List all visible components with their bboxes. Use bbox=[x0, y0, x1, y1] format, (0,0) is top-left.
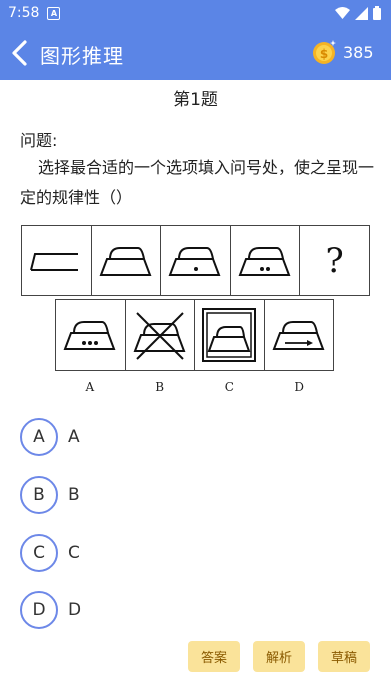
option-c[interactable]: C C bbox=[20, 534, 80, 572]
iron-crossed-figure bbox=[133, 312, 186, 360]
coin-icon: $ bbox=[313, 40, 336, 64]
option-b-text: B bbox=[68, 485, 80, 505]
option-b-circle[interactable]: B bbox=[20, 476, 58, 514]
status-bar: 7:58 A bbox=[0, 0, 391, 26]
figure-options bbox=[55, 299, 334, 371]
option-d[interactable]: D D bbox=[20, 591, 81, 629]
option-b[interactable]: B B bbox=[20, 476, 80, 514]
option-c-text: C bbox=[68, 543, 80, 563]
question-mark: ? bbox=[325, 240, 344, 281]
svg-text:$: $ bbox=[320, 47, 328, 61]
option-a[interactable]: A A bbox=[20, 418, 80, 456]
question-text: 选择最合适的一个选项填入问号处，使之呈现一定的规律性（） bbox=[20, 158, 375, 207]
status-icons bbox=[335, 6, 381, 20]
figure-cell-1 bbox=[22, 226, 92, 295]
iron-one-dot-figure bbox=[169, 246, 221, 276]
figure-option-d bbox=[265, 300, 334, 370]
answer-button[interactable]: 答案 bbox=[188, 641, 240, 672]
figure-cell-3 bbox=[161, 226, 231, 295]
status-time: 7:58 bbox=[8, 5, 40, 21]
figure-option-labels: A B C D bbox=[55, 380, 334, 394]
draft-button[interactable]: 草稿 bbox=[318, 641, 370, 672]
figure-option-c bbox=[195, 300, 265, 370]
question-label: 问题: bbox=[20, 131, 58, 150]
figure-label-d: D bbox=[294, 380, 304, 394]
figure-option-a bbox=[56, 300, 126, 370]
coin-count: 385 bbox=[343, 43, 374, 62]
iron-three-dots-figure bbox=[63, 321, 116, 350]
figure-label-a: A bbox=[85, 380, 95, 394]
wifi-icon bbox=[335, 6, 350, 19]
figure-sequence: ? bbox=[21, 225, 370, 296]
iron-arrow-figure bbox=[272, 321, 325, 350]
option-d-text: D bbox=[68, 600, 82, 620]
signal-icon bbox=[355, 6, 368, 20]
figure-label-b: B bbox=[155, 380, 165, 394]
option-a-circle[interactable]: A bbox=[20, 418, 58, 456]
iron-figure bbox=[99, 246, 152, 276]
option-c-circle[interactable]: C bbox=[20, 534, 58, 572]
app-bar: 图形推理 $ 385 bbox=[0, 26, 391, 80]
iron-boxed-figure bbox=[202, 308, 257, 362]
figure-cell-4 bbox=[231, 226, 301, 295]
figure-option-b bbox=[126, 300, 195, 370]
option-a-text: A bbox=[68, 427, 80, 447]
figure-cell-unknown: ? bbox=[300, 226, 369, 295]
option-d-circle[interactable]: D bbox=[20, 591, 58, 629]
iron-two-dots-figure bbox=[238, 246, 291, 276]
iron-base-figure bbox=[30, 252, 79, 271]
page-title: 图形推理 bbox=[40, 44, 124, 68]
notification-icon: A bbox=[47, 6, 61, 20]
battery-icon bbox=[373, 6, 381, 20]
figure-cell-2 bbox=[92, 226, 162, 295]
back-arrow-icon[interactable] bbox=[10, 40, 30, 66]
analysis-button[interactable]: 解析 bbox=[253, 641, 305, 672]
question-number: 第1题 bbox=[173, 90, 218, 110]
figure-label-c: C bbox=[224, 380, 234, 394]
